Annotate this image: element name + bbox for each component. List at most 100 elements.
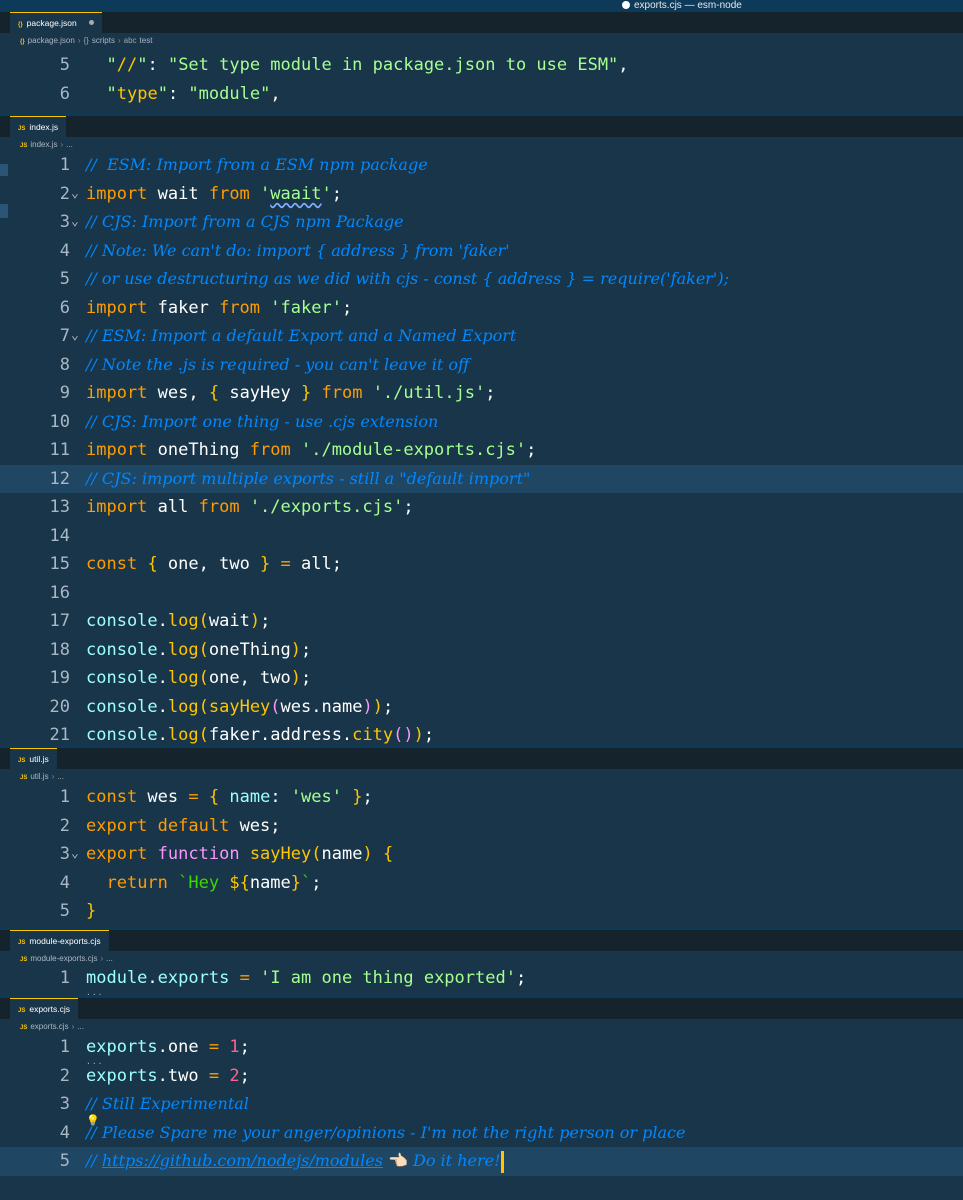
breadcrumb-item[interactable]: test: [140, 36, 153, 45]
tab-strip: JS util.js: [0, 748, 963, 770]
code-line: 9 import wes, { sayHey } from './util.js'…: [59, 383, 496, 403]
breadcrumb-item[interactable]: exports.cjs: [30, 1022, 68, 1031]
chevron-right-icon: ›: [71, 1022, 75, 1031]
line-text: "//": "Set type module in package.json t…: [106, 55, 629, 75]
breadcrumb-item[interactable]: ...: [57, 772, 64, 781]
breadcrumb: JS util.js ›...: [20, 770, 64, 784]
js-file-icon: JS: [20, 775, 28, 781]
breadcrumb: {} package.json ›{} scripts › abc test: [20, 34, 152, 48]
code-line: 20 console.log(sayHey(wes.name));: [49, 696, 394, 717]
code-line: 18 console.log(oneThing);: [49, 639, 312, 660]
modified-dot-icon[interactable]: [88, 20, 94, 25]
breadcrumb-item[interactable]: ...: [66, 140, 73, 149]
code-line: 3 ⌄ export function sayHey(name) {: [0, 840, 963, 869]
code-line: 15 const { one, two } = all;: [49, 554, 342, 574]
breadcrumb-item[interactable]: ...: [106, 954, 113, 963]
code-line-current: 12// CJS: import multiple exports - stil…: [0, 464, 963, 493]
js-file-icon: JS: [18, 126, 26, 132]
tab-module-exports-cjs[interactable]: JS module-exports.cjs: [10, 930, 109, 952]
code-line: 17 console.log(wait);: [49, 611, 271, 631]
js-file-icon: JS: [20, 1025, 28, 1031]
code-line: 2 exports.two = 2;: [59, 1065, 250, 1086]
breadcrumb-item[interactable]: module-exports.cjs: [30, 954, 97, 963]
editor-pane-exports-cjs[interactable]: JS exports.cjs JS exports.cjs ›... 1 exports…: [0, 998, 963, 1200]
code-line: 5}: [59, 901, 97, 921]
text-cursor: [500, 1150, 504, 1173]
breadcrumb-item[interactable]: scripts: [92, 36, 115, 45]
tab-strip: JS exports.cjs: [0, 998, 963, 1020]
editor-pane-util-js[interactable]: JS util.js JS util.js ›... 1 const wes = { n…: [0, 748, 963, 930]
tab-util-js[interactable]: JS util.js: [10, 748, 57, 770]
tab-package-json[interactable]: {} package.json: [10, 12, 102, 34]
code-area[interactable]: 1 exports.one = 1; ··· 2 exports.two = 2; 3…: [0, 1033, 963, 1176]
tab-strip: JS index.js: [0, 116, 963, 138]
code-line-current: 5// https://github.com/nodejs/modules 👈🏻…: [0, 1147, 963, 1176]
code-line: 1 module.exports = 'I am one thing export…: [0, 964, 963, 998]
fold-chevron-icon[interactable]: ⌄: [71, 180, 85, 209]
chevron-right-icon: ›: [51, 772, 55, 781]
line-number: 5: [59, 55, 70, 75]
code-line: 3// Still Experimental: [59, 1094, 249, 1114]
code-line: 19 console.log(one, two);: [49, 668, 312, 688]
editor-pane-index-js[interactable]: JS index.js JS index.js ›... 1// ESM: Impor…: [0, 116, 963, 748]
code-line: 6 "type": "module",: [0, 80, 963, 109]
tab-strip: {} package.json: [0, 12, 963, 34]
breadcrumb: JS exports.cjs ›...: [20, 1020, 84, 1034]
string-icon: abc: [123, 36, 137, 45]
code-line: 21 console.log(faker.address.city());: [49, 725, 435, 745]
breadcrumb-item[interactable]: index.js: [30, 140, 57, 149]
js-file-icon: JS: [20, 957, 28, 963]
fold-chevron-icon[interactable]: ⌄: [71, 208, 85, 237]
code-line: 4 💡// Please Spare me your anger/opinions…: [0, 1114, 963, 1148]
tab-strip: JS module-exports.cjs: [0, 930, 963, 952]
js-file-icon: JS: [18, 940, 26, 946]
code-line: 1 const wes = { name: 'wes' };: [59, 787, 373, 807]
curly-braces-icon: {}: [18, 22, 23, 28]
code-line: 5// or use destructuring as we did with …: [59, 269, 729, 289]
code-area[interactable]: 1// ESM: Import from a ESM npm package 2…: [0, 151, 963, 748]
code-line: 1// ESM: Import from a ESM npm package: [59, 155, 428, 175]
code-line: 2 ⌄ import wait from 'waait';: [0, 180, 963, 209]
code-line: 7 ⌄// ESM: Import a default Export and a …: [0, 322, 963, 351]
code-line: 13 import all from './exports.cjs';: [49, 497, 414, 517]
breadcrumb: JS index.js ›...: [20, 138, 73, 152]
editor-pane-module-exports-cjs[interactable]: JS module-exports.cjs JS module-exports.cj…: [0, 930, 963, 998]
code-line: 16: [49, 582, 70, 603]
breadcrumb-item[interactable]: util.js: [30, 772, 48, 781]
code-line: 4// Note: We can't do: import { address …: [59, 240, 510, 261]
fold-chevron-icon[interactable]: ⌄: [71, 840, 85, 869]
object-icon: {}: [83, 36, 89, 45]
chevron-right-icon: ›: [117, 36, 121, 45]
js-file-icon: JS: [18, 1008, 26, 1014]
js-file-icon: JS: [20, 143, 28, 149]
js-file-icon: JS: [18, 758, 26, 764]
fold-chevron-icon[interactable]: ⌄: [71, 322, 85, 351]
code-area[interactable]: 5 "//": "Set type module in package.json…: [0, 51, 963, 108]
code-line: 6 import faker from 'faker';: [59, 297, 353, 318]
code-area[interactable]: 1 const wes = { name: 'wes' }; 2 export de…: [0, 783, 963, 926]
tab-index-js[interactable]: JS index.js: [10, 116, 67, 138]
code-line: 2 export default wes;: [59, 815, 281, 836]
chevron-right-icon: ›: [100, 954, 104, 963]
line-number: 6: [59, 83, 70, 104]
breadcrumb-item[interactable]: package.json: [28, 36, 75, 45]
pointing-hand-emoji: 👈🏻: [388, 1151, 408, 1170]
line-text: "type": "module",: [106, 83, 281, 104]
github-link[interactable]: https://github.com/nodejs/modules: [102, 1151, 383, 1170]
breadcrumb-item[interactable]: ...: [77, 1022, 84, 1031]
code-line: 10// CJS: Import one thing - use .cjs ex…: [49, 411, 439, 432]
code-line: 11 import oneThing from './module-exports…: [49, 440, 537, 460]
tab-exports-cjs[interactable]: JS exports.cjs: [10, 998, 78, 1020]
code-area[interactable]: 1 module.exports = 'I am one thing export…: [0, 964, 963, 998]
code-line: 4 return `Hey ${name}`;: [59, 872, 322, 893]
unsaved-dot-icon: [622, 1, 630, 9]
chevron-right-icon: ›: [60, 140, 64, 149]
code-line: 8// Note the .js is required - you can't…: [59, 354, 470, 375]
curly-braces-icon: {}: [20, 39, 25, 45]
code-line: 1 exports.one = 1; ···: [0, 1033, 963, 1068]
editor-pane-package-json[interactable]: {} package.json {} package.json ›{} scripts ›…: [0, 12, 963, 116]
window-title: exports.cjs — esm-node: [622, 0, 742, 12]
chevron-right-icon: ›: [77, 36, 81, 45]
code-line: 5 "//": "Set type module in package.json…: [0, 51, 963, 80]
code-line: 14: [49, 525, 70, 546]
